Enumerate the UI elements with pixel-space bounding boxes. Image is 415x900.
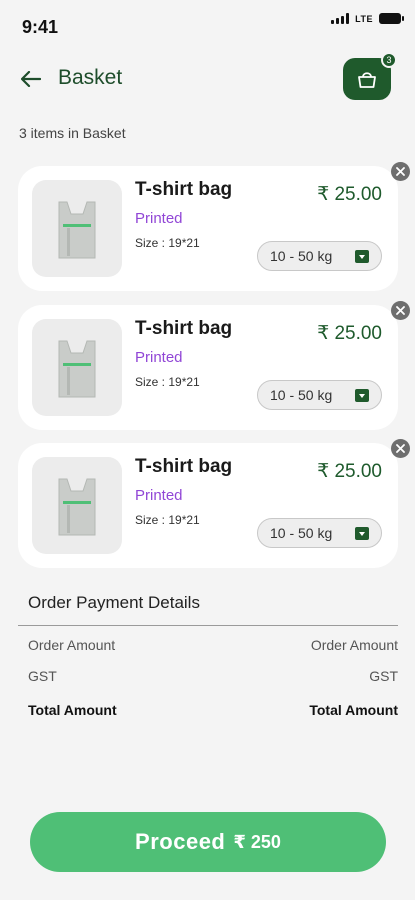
close-icon [396,444,405,453]
weight-value: 10 - 50 kg [270,387,333,403]
tshirt-bag-icon [58,340,96,397]
back-button[interactable] [16,64,46,94]
page-title: Basket [58,66,123,89]
tshirt-bag-icon [58,201,96,258]
item-name: T-shirt bag [135,456,233,477]
payment-row-label: Total Amount [28,702,117,718]
network-label: LTE [355,13,373,24]
basket-count-badge: 3 [381,52,397,68]
status-icons: LTE [331,13,404,24]
proceed-button[interactable]: Proceed ₹ 250 [30,812,386,872]
product-image [32,319,122,416]
item-type: Printed [135,349,183,366]
chevron-down-icon [355,250,369,263]
product-image [32,457,122,554]
basket-item: T-shirt bag Printed Size : 19*21 ₹ 25.00… [18,439,410,568]
payment-row-value: GST [369,668,398,684]
item-name: T-shirt bag [135,179,233,200]
close-icon [396,306,405,315]
weight-dropdown[interactable]: 10 - 50 kg [257,241,382,271]
item-price: ₹ 25.00 [317,323,382,344]
close-icon [396,167,405,176]
item-price: ₹ 25.00 [317,184,382,205]
payment-row-label: Order Amount [28,637,116,653]
weight-dropdown[interactable]: 10 - 50 kg [257,518,382,548]
arrow-left-icon [21,71,41,87]
proceed-amount: ₹ 250 [233,831,281,852]
payment-row-value: Order Amount [310,637,398,653]
basket-button[interactable]: 3 [343,52,397,100]
basket-item: T-shirt bag Printed Size : 19*21 ₹ 25.00… [18,301,410,430]
chevron-down-icon [355,389,369,402]
basket-item: T-shirt bag Printed Size : 19*21 ₹ 25.00… [18,162,410,291]
remove-item-button[interactable] [391,439,410,458]
payment-details-title: Order Payment Details [28,593,200,612]
weight-dropdown[interactable]: 10 - 50 kg [257,380,382,410]
weight-value: 10 - 50 kg [270,525,333,541]
product-image [32,180,122,277]
remove-item-button[interactable] [391,301,410,320]
item-size: Size : 19*21 [135,513,200,527]
weight-value: 10 - 50 kg [270,248,333,264]
tshirt-bag-icon [58,478,96,535]
divider [18,625,398,626]
item-size: Size : 19*21 [135,236,200,250]
items-count: 3 items in Basket [19,125,126,141]
item-type: Printed [135,210,183,227]
status-bar: 9:41 LTE [0,0,415,50]
battery-icon [379,13,404,24]
item-price: ₹ 25.00 [317,461,382,482]
shopping-basket-icon [358,72,376,88]
item-type: Printed [135,487,183,504]
remove-item-button[interactable] [391,162,410,181]
signal-icon [331,13,350,24]
payment-row-value: Total Amount [309,702,398,718]
header: Basket 3 [0,52,415,102]
chevron-down-icon [355,527,369,540]
proceed-label: Proceed [135,829,226,854]
item-name: T-shirt bag [135,318,233,339]
item-size: Size : 19*21 [135,375,200,389]
status-time: 9:41 [22,17,59,37]
payment-row-label: GST [28,668,57,684]
